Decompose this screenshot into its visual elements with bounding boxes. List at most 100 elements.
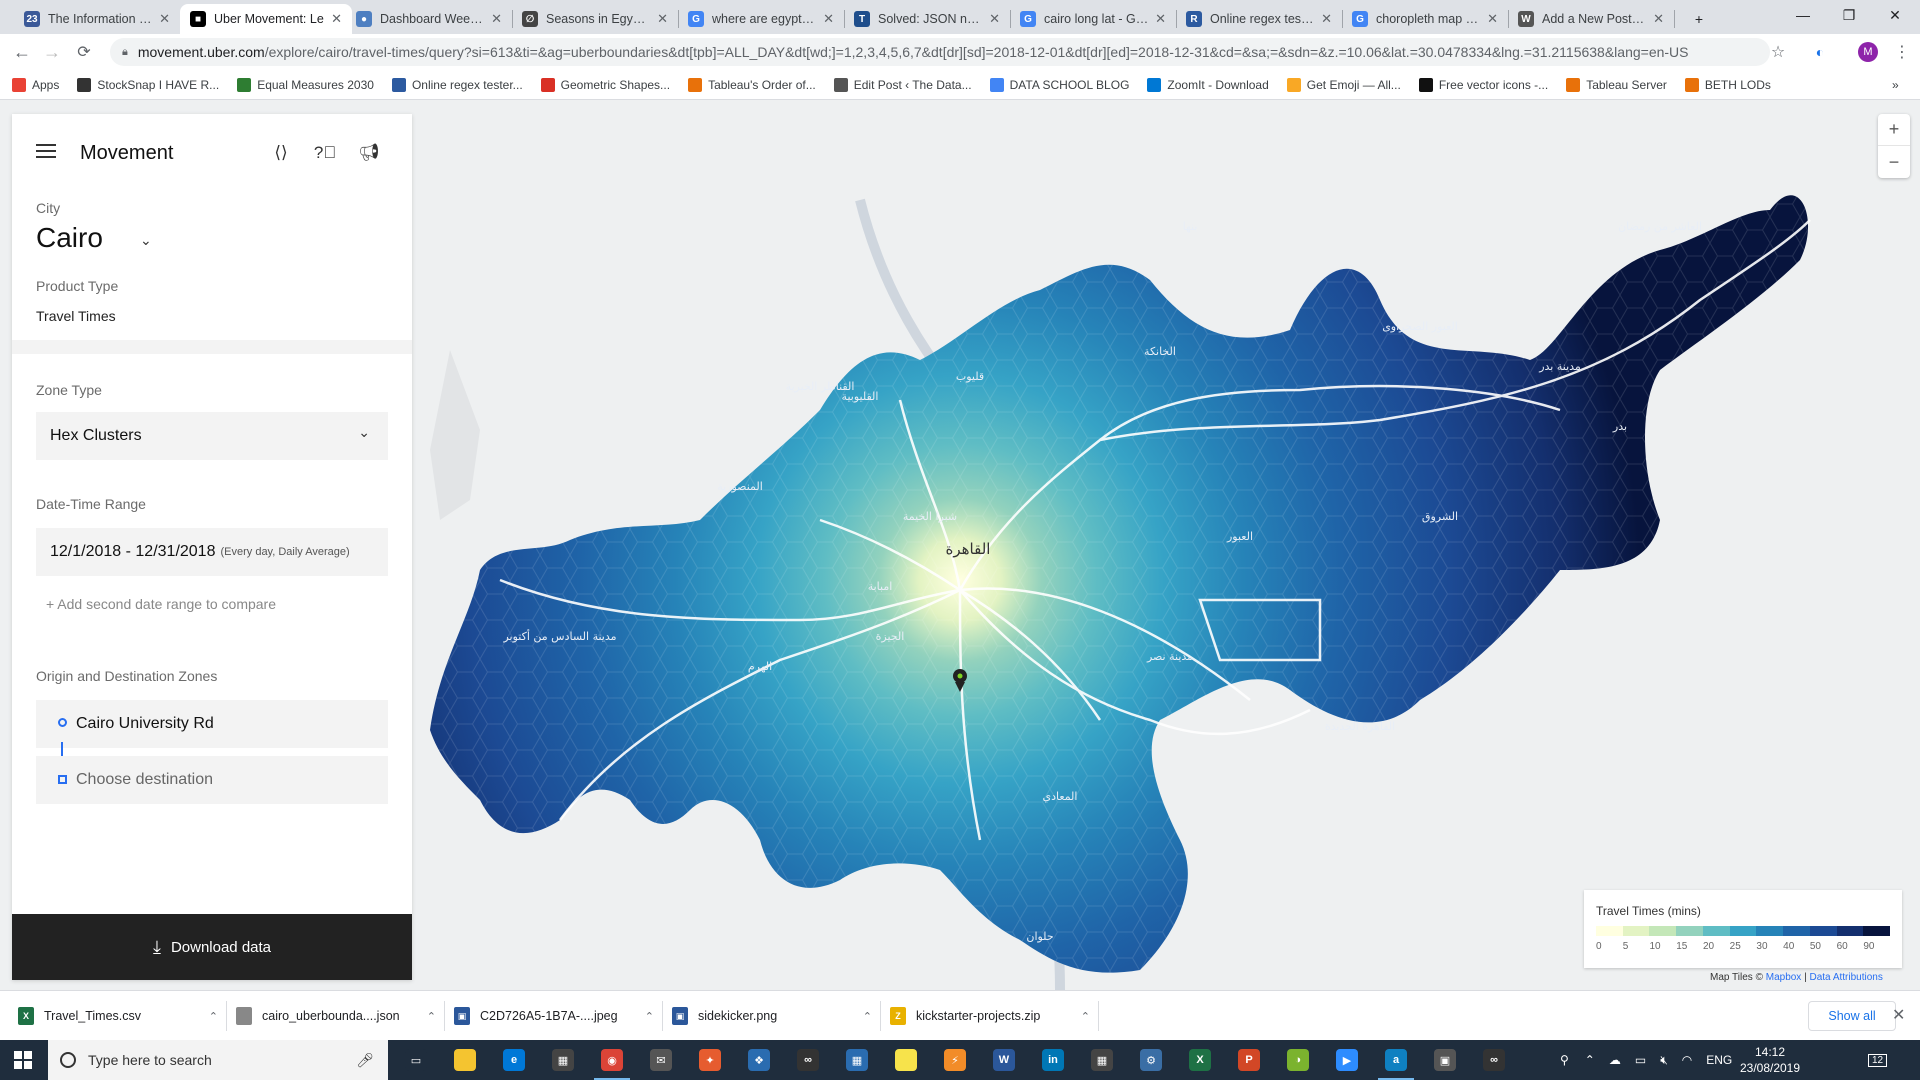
- address-bar[interactable]: 🔒︎ movement.uber.com/explore/cairo/trave…: [110, 38, 1770, 66]
- bookmark-item[interactable]: Edit Post ‹ The Data...: [833, 77, 972, 92]
- download-item[interactable]: ▣ C2D726A5-1B7A-....jpeg ⌃: [454, 991, 654, 1041]
- app-icon[interactable]: ▦: [833, 1040, 881, 1080]
- store-icon[interactable]: ▦: [539, 1040, 587, 1080]
- destination-input[interactable]: Choose destination: [36, 756, 388, 804]
- zoom-out-button[interactable]: −: [1878, 146, 1910, 178]
- city-chevron-down-icon[interactable]: ⌄: [140, 232, 152, 249]
- forward-icon[interactable]: →: [38, 38, 66, 66]
- download-item[interactable]: ▣ sidekicker.png ⌃: [672, 991, 872, 1041]
- language-indicator[interactable]: ENG: [1706, 1053, 1732, 1067]
- download-item[interactable]: Zkickstarter-projects.zip ⌃: [890, 991, 1090, 1041]
- bookmark-item[interactable]: Free vector icons -...: [1418, 77, 1548, 92]
- share-icon[interactable]: ⟨⟩: [270, 142, 292, 164]
- tab-close-icon[interactable]: ✕: [989, 11, 1000, 27]
- tab-close-icon[interactable]: ✕: [657, 11, 668, 27]
- wechat-icon[interactable]: ◑: [1274, 1040, 1322, 1080]
- app-icon[interactable]: ⚡: [931, 1040, 979, 1080]
- browser-tab[interactable]: ● Dashboard Week D ✕: [346, 4, 512, 34]
- bookmark-item[interactable]: Apps: [12, 77, 59, 92]
- app-icon[interactable]: ⚙: [1127, 1040, 1175, 1080]
- tray-expand-icon[interactable]: ⌃: [1585, 1053, 1595, 1067]
- bookmark-item[interactable]: Geometric Shapes...: [540, 77, 670, 92]
- windows-start-icon[interactable]: [14, 1051, 32, 1069]
- file-explorer-icon[interactable]: [441, 1040, 489, 1080]
- add-date-range-link[interactable]: + Add second date range to compare: [46, 596, 276, 612]
- amazon-icon[interactable]: a: [1372, 1040, 1420, 1080]
- download-options-chevron-icon[interactable]: ⌃: [1081, 1010, 1090, 1023]
- notification-center-icon[interactable]: 12: [1868, 1040, 1888, 1080]
- wifi-icon[interactable]: ◠: [1682, 1053, 1692, 1067]
- tab-close-icon[interactable]: ✕: [1155, 11, 1166, 27]
- task-view-icon[interactable]: ▭: [392, 1040, 440, 1080]
- window-minimize-button[interactable]: —: [1780, 0, 1826, 30]
- browser-tab[interactable]: Gwhere are egypt su ✕: [678, 4, 844, 34]
- app-icon[interactable]: ∞: [784, 1040, 832, 1080]
- bookmark-item[interactable]: Online regex tester...: [391, 77, 523, 92]
- browser-tab[interactable]: Gchoropleth map - G ✕: [1342, 4, 1508, 34]
- download-options-chevron-icon[interactable]: ⌃: [645, 1010, 654, 1023]
- mapbox-link[interactable]: Mapbox: [1766, 972, 1802, 983]
- taskbar-clock[interactable]: 14:12 23/08/2019: [1730, 1044, 1810, 1076]
- bookmark-item[interactable]: Get Emoji — All...: [1286, 77, 1401, 92]
- browser-tab[interactable]: W Add a New Post ‹ T ✕: [1508, 4, 1674, 34]
- bookmark-item[interactable]: Tableau's Order of...: [688, 77, 816, 92]
- show-all-downloads-button[interactable]: Show all: [1808, 1001, 1896, 1031]
- date-range-field[interactable]: 12/1/2018 - 12/31/2018 (Every day, Daily…: [36, 528, 388, 576]
- bookmark-star-icon[interactable]: ☆: [1764, 38, 1792, 66]
- download-options-chevron-icon[interactable]: ⌃: [863, 1010, 872, 1023]
- browser-tab[interactable]: 23 The Information Lab ✕: [14, 4, 180, 34]
- window-close-button[interactable]: ✕: [1872, 0, 1918, 30]
- download-options-chevron-icon[interactable]: ⌃: [427, 1010, 436, 1023]
- tab-close-icon[interactable]: ✕: [1321, 11, 1332, 27]
- download-item[interactable]: cairo_uberbounda....json ⌃: [236, 991, 436, 1041]
- bookmark-item[interactable]: BETH LODs: [1684, 77, 1771, 92]
- help-icon[interactable]: ?⃝: [314, 142, 336, 164]
- taskbar-search-input[interactable]: Type here to search 🎤︎: [48, 1040, 388, 1080]
- app-icon[interactable]: ▣: [1421, 1040, 1469, 1080]
- zone-type-select[interactable]: Hex Clusters ⌄: [36, 412, 388, 460]
- city-selector[interactable]: Cairo: [36, 222, 103, 254]
- onedrive-icon[interactable]: ☁: [1609, 1053, 1621, 1067]
- linkedin-icon[interactable]: in: [1029, 1040, 1077, 1080]
- close-shelf-icon[interactable]: ✕: [1892, 1005, 1905, 1025]
- powerpoint-icon[interactable]: P: [1225, 1040, 1273, 1080]
- profile-avatar[interactable]: M: [1858, 42, 1878, 62]
- browser-tab[interactable]: Gcairo long lat - Goo ✕: [1010, 4, 1176, 34]
- hamburger-menu-icon[interactable]: [36, 144, 56, 160]
- app-icon[interactable]: ✦: [686, 1040, 734, 1080]
- download-data-button[interactable]: ⤓ Download data: [12, 914, 412, 980]
- browser-tab[interactable]: ■ Uber Movement: Le ✕: [180, 4, 352, 34]
- app-icon[interactable]: ❖: [735, 1040, 783, 1080]
- download-options-chevron-icon[interactable]: ⌃: [209, 1010, 218, 1023]
- reload-icon[interactable]: ⟳: [70, 38, 98, 66]
- extension-icon[interactable]: ◐: [1806, 38, 1834, 66]
- mail-icon[interactable]: ✉: [637, 1040, 685, 1080]
- volume-icon[interactable]: 🔇︎: [1660, 1053, 1668, 1068]
- announcement-icon[interactable]: 📢︎: [358, 142, 380, 164]
- bookmarks-overflow-icon[interactable]: »: [1892, 78, 1899, 92]
- zoom-in-button[interactable]: +: [1878, 114, 1910, 146]
- tab-close-icon[interactable]: ✕: [823, 11, 834, 27]
- download-item[interactable]: X Travel_Times.csv ⌃: [18, 991, 218, 1041]
- battery-icon[interactable]: ▭: [1635, 1053, 1646, 1067]
- bookmark-item[interactable]: Tableau Server: [1566, 77, 1667, 92]
- app-icon[interactable]: ∞: [1470, 1040, 1518, 1080]
- tab-close-icon[interactable]: ✕: [1653, 11, 1664, 27]
- edge-icon[interactable]: e: [490, 1040, 538, 1080]
- data-attributions-link[interactable]: Data Attributions: [1809, 972, 1882, 983]
- browser-tab[interactable]: T Solved: JSON not re ✕: [844, 4, 1010, 34]
- microphone-icon[interactable]: 🎤︎: [356, 1052, 374, 1069]
- tab-close-icon[interactable]: ✕: [331, 11, 342, 27]
- people-icon[interactable]: ⚲: [1560, 1053, 1569, 1067]
- calculator-icon[interactable]: ▦: [1078, 1040, 1126, 1080]
- new-tab-button[interactable]: +: [1676, 4, 1722, 34]
- tab-close-icon[interactable]: ✕: [1487, 11, 1498, 27]
- origin-input[interactable]: Cairo University Rd: [36, 700, 388, 748]
- word-icon[interactable]: W: [980, 1040, 1028, 1080]
- bookmark-item[interactable]: ZoomIt - Download: [1147, 77, 1269, 92]
- browser-menu-icon[interactable]: ⋮: [1888, 38, 1916, 66]
- tab-close-icon[interactable]: ✕: [159, 11, 170, 27]
- browser-tab[interactable]: ∅ Seasons in Egypt: W ✕: [512, 4, 678, 34]
- bookmark-item[interactable]: StockSnap I HAVE R...: [77, 77, 219, 92]
- bookmark-item[interactable]: Equal Measures 2030: [237, 77, 374, 92]
